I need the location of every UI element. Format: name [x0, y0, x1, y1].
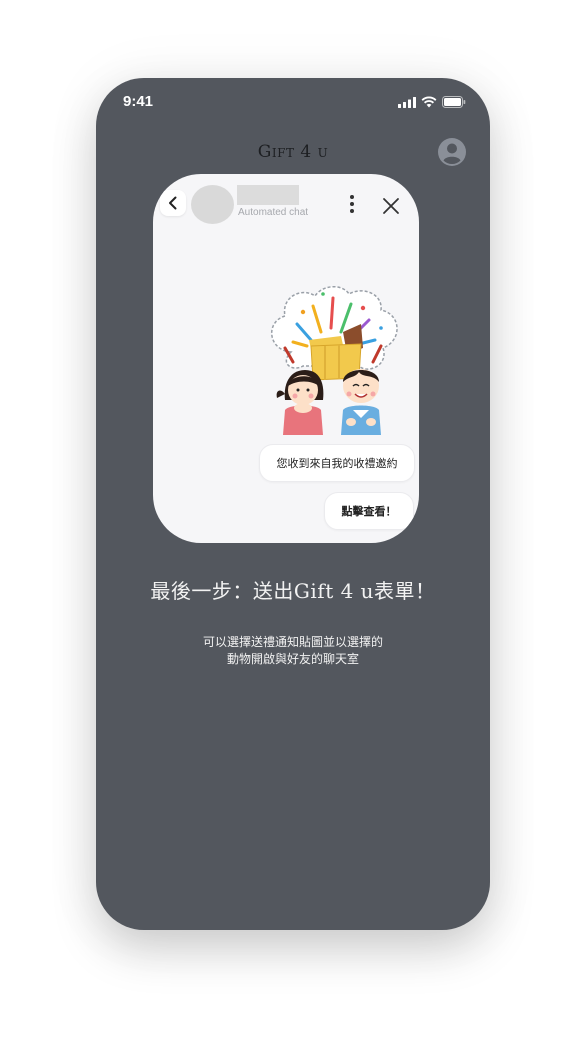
contact-name-placeholder — [237, 185, 299, 205]
chevron-left-icon — [169, 196, 177, 210]
step-description: 可以選擇送禮通知貼圖並以選擇的 動物開啟與好友的聊天室 — [96, 634, 490, 668]
app-title: Gift 4 u — [257, 142, 329, 162]
close-button[interactable] — [381, 196, 401, 216]
gift-sticker-image — [270, 286, 398, 435]
status-time: 9:41 — [123, 93, 154, 110]
status-icons — [398, 96, 466, 108]
step-title: 最後一步：送出Gift 4 u表單！ — [150, 579, 436, 603]
phone-screen: 9:41 Gift 4 u Automated chat 您收到來自我的收禮邀約… — [96, 78, 490, 930]
message-bubble-invite: 您收到來自我的收禮邀約 — [259, 444, 415, 482]
wifi-icon — [421, 96, 437, 108]
contact-avatar — [191, 185, 234, 224]
signal-icon — [398, 96, 416, 108]
chat-preview-card: Automated chat 您收到來自我的收禮邀約 點擊查看！ — [153, 174, 419, 543]
back-button[interactable] — [160, 190, 186, 216]
chat-subtitle: Automated chat — [238, 207, 309, 218]
more-options-button[interactable] — [345, 193, 359, 217]
step-description-line-1: 可以選擇送禮通知貼圖並以選擇的 — [202, 635, 383, 649]
more-vertical-icon — [350, 195, 354, 213]
step-description-line-2: 動物開啟與好友的聊天室 — [226, 652, 359, 666]
view-invite-button[interactable]: 點擊查看！ — [324, 492, 414, 530]
close-icon — [383, 198, 399, 214]
user-icon — [438, 138, 466, 166]
profile-button[interactable] — [438, 138, 466, 166]
battery-icon — [442, 96, 466, 108]
